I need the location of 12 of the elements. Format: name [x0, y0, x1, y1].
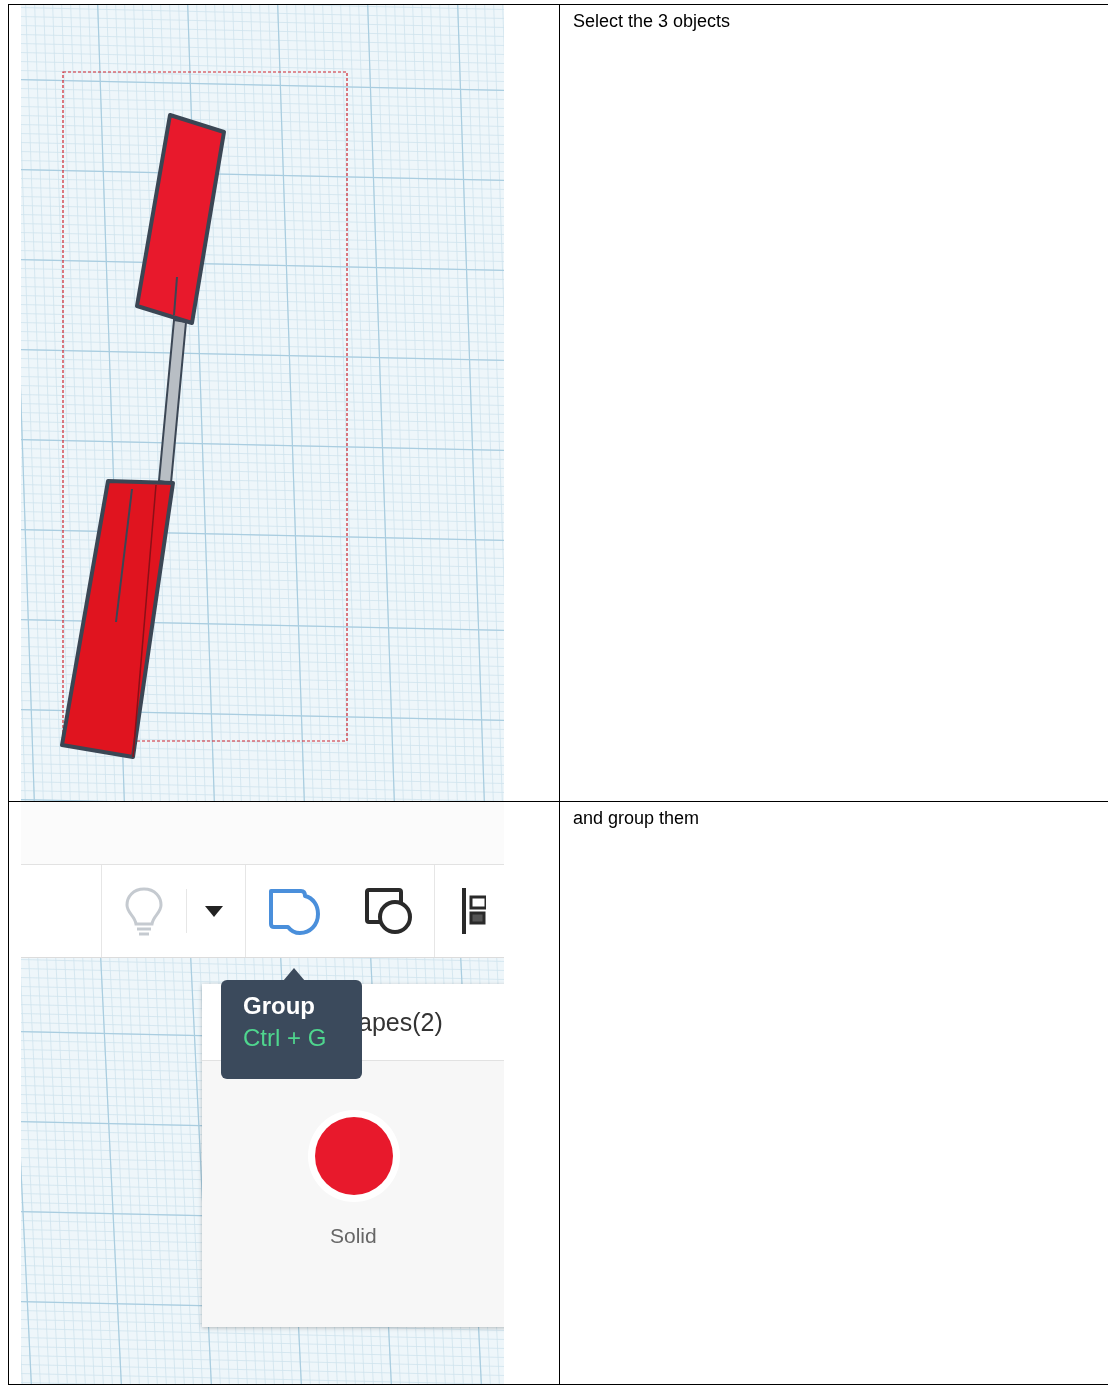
block-shape[interactable] [60, 479, 175, 759]
ungroup-icon[interactable] [364, 887, 414, 935]
swatch-label: Solid [330, 1224, 377, 1248]
tooltip-title: Group [243, 992, 316, 1020]
panel-title: apes(2) [358, 1007, 443, 1037]
shortcut-text: Ctrl + G [243, 1024, 328, 1052]
caret-icon[interactable] [205, 905, 223, 917]
group-icon[interactable] [268, 887, 320, 935]
block-shape[interactable] [135, 113, 226, 325]
instruction-text: and group them [573, 808, 700, 828]
align-icon[interactable] [461, 886, 486, 936]
instruction-text: Select the 3 objects [573, 11, 731, 31]
